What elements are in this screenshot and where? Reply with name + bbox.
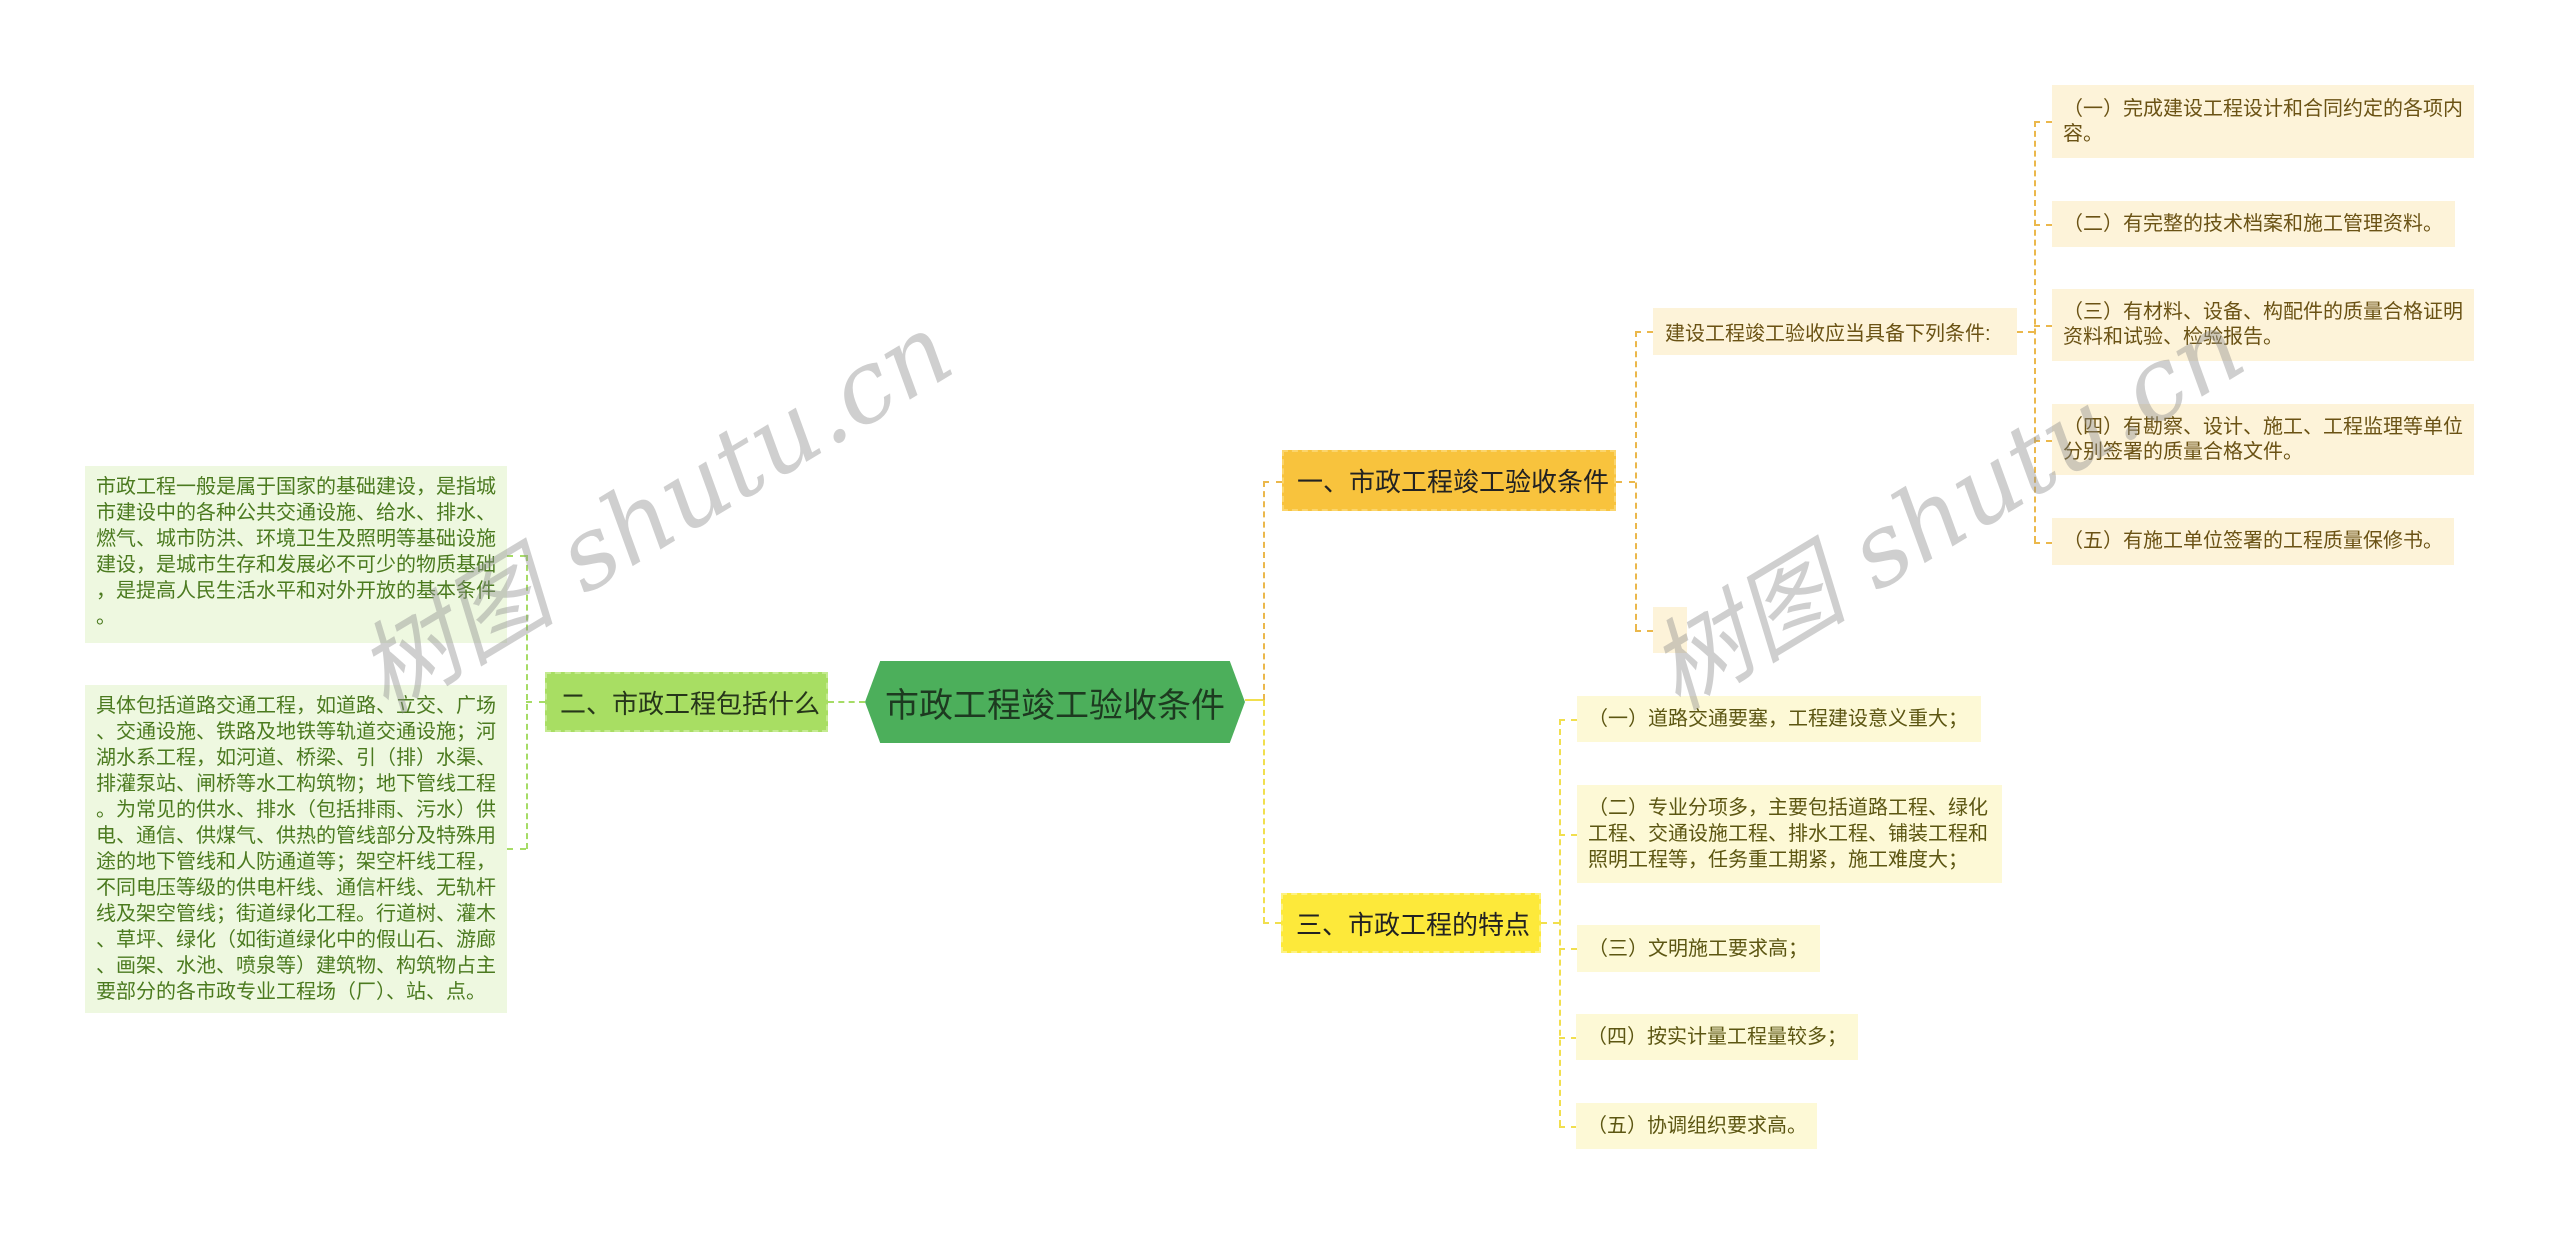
- feature-item-text-line: （二）专业分项多，主要包括道路工程、绿化: [1588, 797, 1988, 819]
- feature-item-text-line: 照明工程等，任务重工期紧，施工难度大；: [1588, 849, 1968, 871]
- feature-item-text-line: （一）道路交通要塞，工程建设意义重大；: [1588, 708, 1968, 730]
- note-text-line: 燃气、城市防洪、环境卫生及照明等基础设施: [96, 528, 496, 550]
- connector-features-out: [1541, 922, 1559, 924]
- feature-item-text-line: （四）按实计量工程量较多；: [1587, 1026, 1847, 1048]
- condition-item-text-line: 容。: [2063, 122, 2103, 145]
- feature-item-text-line: （三）文明施工要求高；: [1588, 937, 1808, 960]
- condition-item-text-line: 资料和试验、检验报告。: [2063, 326, 2283, 348]
- note-text-line: 排灌泵站、闸桥等水工构筑物；地下管线工程: [96, 773, 496, 795]
- note-text-line: ，是提高人民生活水平和对外开放的基本条件: [96, 580, 496, 602]
- connector-root-to-right-trunk: [1245, 699, 1263, 701]
- note-text-line: 、交通设施、铁路及地铁等轨道交通设施；河: [96, 721, 496, 743]
- connector-branch-what-trunk: [526, 555, 528, 849]
- note-node-2[interactable]: 具体包括道路交通工程，如道路、立交、广场 、交通设施、铁路及地铁等轨道交通设施；…: [85, 685, 507, 1013]
- connector-note-1: [507, 555, 526, 557]
- note-text-line: 线及架空管线；街道绿化工程。行道树、灌木: [96, 903, 496, 925]
- branch-conditions-label: 一、市政工程竣工验收条件: [1297, 467, 1610, 497]
- sub-node-conditions-list[interactable]: 建设工程竣工验收应当具备下列条件:: [1653, 308, 2017, 355]
- feature-item-5[interactable]: （五）协调组织要求高。: [1576, 1103, 1817, 1149]
- condition-item-1[interactable]: （一）完成建设工程设计和合同约定的各项内 容。: [2052, 85, 2474, 158]
- connector-note-2: [507, 848, 526, 850]
- feature-item-4[interactable]: （四）按实计量工程量较多；: [1576, 1014, 1858, 1060]
- condition-item-text-line: （五）有施工单位签署的工程质量保修书。: [2063, 530, 2443, 552]
- connector-root-to-branch-what: [828, 701, 865, 703]
- connector-feature-item-2: [1559, 834, 1577, 836]
- note-text-line: 市建设中的各种公共交通设施、给水、排水、: [96, 502, 496, 524]
- connector-sub-item-3: [2034, 325, 2052, 327]
- feature-item-text-line: 工程、交通设施工程、排水工程、铺装工程和: [1588, 823, 1988, 845]
- note-text-line: 途的地下管线和人防通道等；架空杆线工程，: [96, 851, 496, 873]
- feature-item-text-line: （五）协调组织要求高。: [1587, 1115, 1807, 1137]
- condition-item-text-line: （四）有勘察、设计、施工、工程监理等单位: [2063, 415, 2463, 438]
- note-text-line: 不同电压等级的供电杆线、通信杆线、无轨杆: [96, 877, 496, 899]
- connector-feature-item-4: [1559, 1037, 1577, 1039]
- feature-item-1[interactable]: （一）道路交通要塞，工程建设意义重大；: [1577, 696, 1981, 742]
- branch-conditions-node[interactable]: 一、市政工程竣工验收条件: [1282, 450, 1616, 511]
- connector-feature-item-1: [1559, 719, 1577, 721]
- note-text-line: 湖水系工程，如河道、桥梁、引（排）水渠、: [96, 747, 496, 769]
- note-text-line: 、画架、水池、喷泉等）建筑物、构筑物占主: [96, 955, 496, 977]
- feature-item-3[interactable]: （三）文明施工要求高；: [1577, 925, 1820, 972]
- empty-node[interactable]: [1653, 607, 1687, 653]
- note-text-line: 电、通信、供煤气、供热的管线部分及特殊用: [96, 825, 496, 847]
- condition-item-3[interactable]: （三）有材料、设备、构配件的质量合格证明 资料和试验、检验报告。: [2052, 289, 2474, 361]
- note-text-line: 。为常见的供水、排水（包括排雨、污水）供: [96, 799, 496, 821]
- connector-right-trunk-upper: [1263, 481, 1265, 700]
- branch-features-label: 三、市政工程的特点: [1296, 909, 1531, 940]
- connector-sub-item-2: [2034, 224, 2052, 226]
- note-text-line: 要部分的各市政专业工程场（厂）、站、点。: [96, 981, 486, 1003]
- connector-sub-trunk: [2034, 121, 2036, 542]
- connector-feature-item-3: [1559, 948, 1577, 950]
- connector-sub-node: [1635, 331, 1653, 333]
- branch-what-node[interactable]: 二、市政工程包括什么: [545, 672, 828, 732]
- note-text-line: 具体包括道路交通工程，如道路、立交、广场: [96, 695, 496, 717]
- connector-conditions-out: [1616, 481, 1635, 483]
- condition-item-text-line: 分别签署的质量合格文件。: [2063, 440, 2303, 463]
- feature-item-2[interactable]: （二）专业分项多，主要包括道路工程、绿化 工程、交通设施工程、排水工程、铺装工程…: [1577, 785, 2002, 883]
- condition-item-text-line: （三）有材料、设备、构配件的质量合格证明: [2063, 301, 2463, 323]
- condition-item-2[interactable]: （二）有完整的技术档案和施工管理资料。: [2052, 201, 2455, 247]
- note-node-1[interactable]: 市政工程一般是属于国家的基础建设，是指城 市建设中的各种公共交通设施、给水、排水…: [85, 466, 507, 643]
- connector-branch-conditions-stub: [1263, 481, 1282, 483]
- condition-item-text-line: （二）有完整的技术档案和施工管理资料。: [2063, 212, 2443, 235]
- branch-features-node[interactable]: 三、市政工程的特点: [1281, 893, 1541, 953]
- branch-what-label: 二、市政工程包括什么: [560, 688, 821, 719]
- condition-item-4[interactable]: （四）有勘察、设计、施工、工程监理等单位 分别签署的质量合格文件。: [2052, 404, 2474, 475]
- note-text-line: 市政工程一般是属于国家的基础建设，是指城: [96, 476, 496, 498]
- connector-branch-features-stub: [1263, 922, 1281, 924]
- connector-empty-node: [1635, 630, 1653, 632]
- condition-item-5[interactable]: （五）有施工单位签署的工程质量保修书。: [2052, 518, 2454, 565]
- root-label: 市政工程竣工验收条件: [885, 686, 1225, 725]
- note-text-line: 、草坪、绿化（如街道绿化中的假山石、游廊: [96, 929, 496, 951]
- connector-sub-item-4: [2034, 440, 2052, 442]
- sub-node-label: 建设工程竣工验收应当具备下列条件:: [1665, 323, 1991, 345]
- connector-conditions-trunk: [1635, 331, 1637, 630]
- connector-sub-item-1: [2034, 121, 2052, 123]
- root-node[interactable]: 市政工程竣工验收条件: [865, 661, 1245, 743]
- mind-map-canvas: 市政工程竣工验收条件 二、市政工程包括什么 市政工程一般是属于国家的基础建设，是…: [0, 0, 2560, 1235]
- condition-item-text-line: （一）完成建设工程设计和合同约定的各项内: [2063, 97, 2463, 120]
- connector-right-trunk-lower: [1263, 700, 1265, 923]
- connector-branch-what-stub: [526, 701, 545, 703]
- connector-feature-item-5: [1559, 1126, 1577, 1128]
- note-text-line: 。: [96, 606, 116, 628]
- note-text-line: 建设，是城市生存和发展必不可少的物质基础: [96, 554, 496, 576]
- connector-features-trunk: [1559, 719, 1561, 1126]
- connector-sub-out: [2017, 331, 2034, 333]
- connector-sub-item-5: [2034, 542, 2052, 544]
